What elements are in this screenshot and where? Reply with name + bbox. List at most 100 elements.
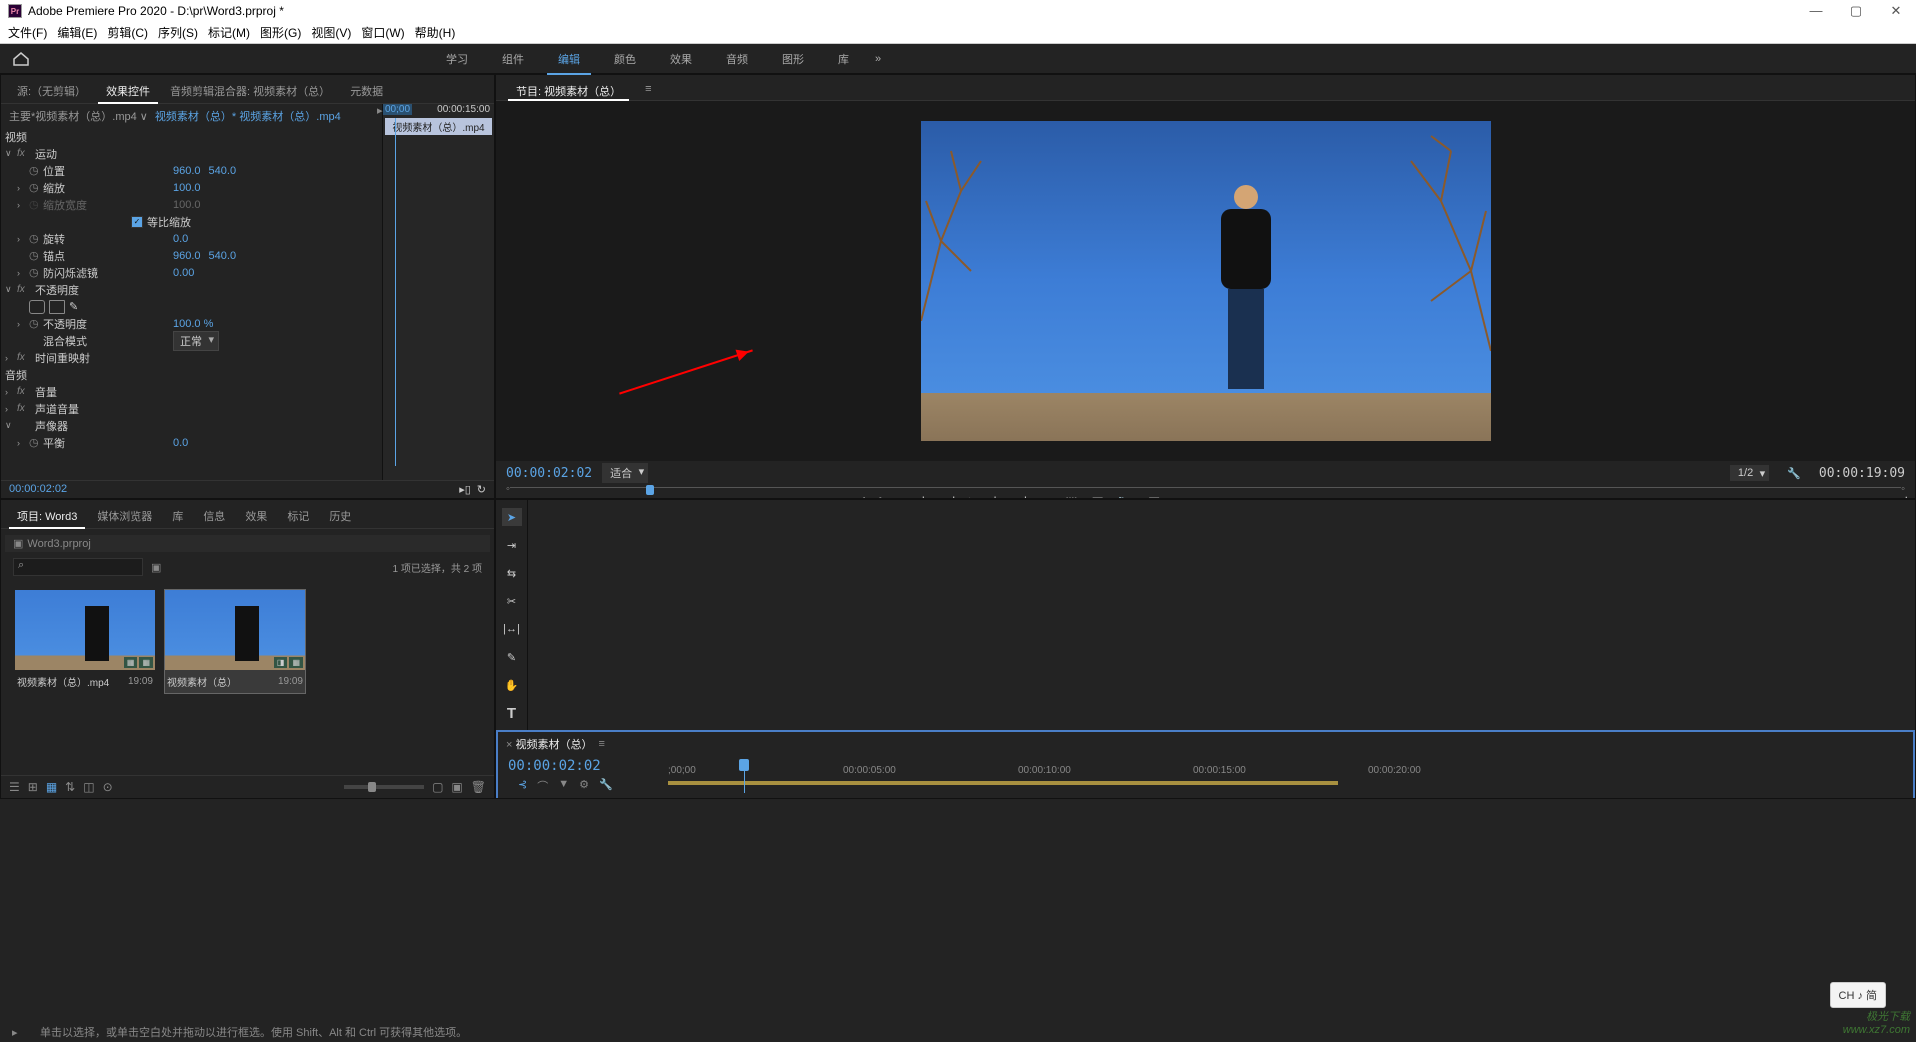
timeline-settings-icon[interactable]: ⚙ <box>579 778 589 794</box>
scrub-handle[interactable] <box>646 485 654 495</box>
list-view-icon[interactable]: ☰ <box>9 780 20 794</box>
workspace-tab-learn[interactable]: 学习 <box>430 45 484 73</box>
workspace-tab-library[interactable]: 库 <box>822 45 865 73</box>
ec-anchor-x[interactable]: 960.0 <box>173 250 201 262</box>
home-icon[interactable] <box>12 52 30 66</box>
tab-media-browser[interactable]: 媒体浏览器 <box>89 504 160 528</box>
add-marker-icon[interactable]: ▼ <box>558 778 569 794</box>
disclosure-icon[interactable]: › <box>5 404 17 414</box>
pen-mask-icon[interactable]: ✎ <box>69 300 85 314</box>
stopwatch-icon[interactable]: ◷ <box>29 232 43 245</box>
disclosure-icon[interactable]: ∨ <box>5 148 17 159</box>
menu-window[interactable]: 窗口(W) <box>361 24 404 41</box>
delete-icon[interactable]: 🗑 <box>471 780 486 794</box>
ec-opacity-value[interactable]: 100.0 % <box>173 318 213 330</box>
disclosure-icon[interactable]: ∨ <box>5 284 17 295</box>
blend-mode-select[interactable]: 正常 <box>173 331 219 351</box>
pen-tool-icon[interactable]: ✎ <box>502 648 522 666</box>
ec-scale-value[interactable]: 100.0 <box>173 182 201 194</box>
track-select-tool-icon[interactable]: ⇥ <box>502 536 522 554</box>
ec-antiflicker-value[interactable]: 0.00 <box>173 267 194 279</box>
menu-marker[interactable]: 标记(M) <box>208 24 250 41</box>
snap-icon[interactable]: ⊰ <box>518 778 527 794</box>
razor-tool-icon[interactable]: ✂ <box>502 592 522 610</box>
project-search-input[interactable] <box>13 558 143 576</box>
panel-menu-icon[interactable]: ≡ <box>637 79 659 100</box>
thumbnail-size-slider[interactable] <box>344 785 424 789</box>
minimize-button[interactable]: — <box>1804 3 1828 19</box>
stopwatch-icon[interactable]: ◷ <box>29 436 43 449</box>
tab-metadata[interactable]: 元数据 <box>342 79 391 103</box>
ripple-edit-tool-icon[interactable]: ⇆ <box>502 564 522 582</box>
project-item[interactable]: ▦▦ 视频素材（总）.mp419:09 <box>15 590 155 693</box>
program-viewer[interactable] <box>496 101 1915 461</box>
workspace-tab-color[interactable]: 颜色 <box>598 45 652 73</box>
tab-effect-controls[interactable]: 效果控件 <box>98 79 158 103</box>
workspace-tab-assembly[interactable]: 组件 <box>486 45 540 73</box>
panel-menu-icon[interactable]: ≡ <box>598 738 604 750</box>
fx-icon[interactable]: fx <box>17 386 31 397</box>
disclosure-icon[interactable]: › <box>17 200 29 210</box>
program-current-tc[interactable]: 00:00:02:02 <box>506 466 592 481</box>
timeline-sequence-tab[interactable]: 视频素材（总） <box>506 736 592 752</box>
new-item-icon[interactable]: ▣ <box>451 780 462 794</box>
disclosure-icon[interactable]: › <box>17 438 29 448</box>
menu-graphics[interactable]: 图形(G) <box>260 24 301 41</box>
menu-clip[interactable]: 剪辑(C) <box>107 24 148 41</box>
slip-tool-icon[interactable]: |↔| <box>502 620 522 638</box>
close-button[interactable]: ✕ <box>1884 3 1908 19</box>
freeform-view-icon[interactable]: ⊞ <box>28 780 38 794</box>
settings-icon[interactable]: 🔧 <box>1787 467 1801 480</box>
program-resolution-select[interactable]: 1/2 <box>1730 465 1769 481</box>
tab-info[interactable]: 信息 <box>195 504 233 528</box>
tab-project[interactable]: 项目: Word3 <box>9 504 85 528</box>
fx-icon[interactable]: fx <box>17 403 31 414</box>
loop-icon[interactable]: ↻ <box>477 483 486 496</box>
ec-position-y[interactable]: 540.0 <box>209 165 237 177</box>
tab-source[interactable]: 源:（无剪辑） <box>9 79 94 103</box>
workspace-tab-effects[interactable]: 效果 <box>654 45 708 73</box>
automate-icon[interactable]: ◫ <box>83 780 94 794</box>
stopwatch-icon[interactable]: ◷ <box>29 198 43 211</box>
disclosure-icon[interactable]: ∨ <box>5 420 17 431</box>
uniform-scale-checkbox[interactable]: ✓ <box>131 216 143 228</box>
new-bin-icon[interactable]: ▣ <box>151 561 161 574</box>
icon-view-icon[interactable]: ▦ <box>46 780 57 794</box>
ec-balance-value[interactable]: 0.0 <box>173 437 188 449</box>
type-tool-icon[interactable]: T <box>502 704 522 722</box>
tab-markers[interactable]: 标记 <box>279 504 317 528</box>
ec-mini-timeline[interactable]: ▸ 00;00 00:00:15:00 视频素材（总）.mp4 <box>382 104 494 480</box>
ec-position-x[interactable]: 960.0 <box>173 165 201 177</box>
ec-anchor-y[interactable]: 540.0 <box>209 250 237 262</box>
workspace-tab-graphics[interactable]: 图形 <box>766 45 820 73</box>
rectangle-mask-icon[interactable] <box>49 300 65 314</box>
fx-icon[interactable]: fx <box>17 352 31 363</box>
play-only-icon[interactable]: ▸▯ <box>459 483 471 496</box>
disclosure-icon[interactable]: › <box>5 387 17 397</box>
disclosure-icon[interactable]: › <box>17 319 29 329</box>
workspace-overflow-icon[interactable]: » <box>875 53 881 65</box>
stopwatch-icon[interactable]: ◷ <box>29 181 43 194</box>
disclosure-icon[interactable]: › <box>17 234 29 244</box>
maximize-button[interactable]: ▢ <box>1844 3 1868 19</box>
wrench-icon[interactable]: 🔧 <box>599 778 613 794</box>
program-zoom-select[interactable]: 适合 <box>602 463 648 483</box>
ec-rotation-value[interactable]: 0.0 <box>173 233 188 245</box>
stopwatch-icon[interactable]: ◷ <box>29 249 43 262</box>
tab-effects[interactable]: 效果 <box>237 504 275 528</box>
timeline-playhead[interactable] <box>744 763 745 793</box>
linked-selection-icon[interactable]: ⌒ <box>537 778 548 794</box>
menu-view[interactable]: 视图(V) <box>311 24 351 41</box>
tab-libraries[interactable]: 库 <box>164 504 191 528</box>
disclosure-icon[interactable]: › <box>5 353 17 363</box>
sort-icon[interactable]: ⇅ <box>65 780 75 794</box>
workspace-tab-editing[interactable]: 编辑 <box>542 45 596 73</box>
stopwatch-icon[interactable]: ◷ <box>29 164 43 177</box>
stopwatch-icon[interactable]: ◷ <box>29 317 43 330</box>
ec-mini-playhead[interactable] <box>395 118 396 466</box>
find-icon[interactable]: ⊙ <box>103 780 113 794</box>
fx-icon[interactable]: fx <box>17 284 31 295</box>
stopwatch-icon[interactable]: ◷ <box>29 266 43 279</box>
menu-help[interactable]: 帮助(H) <box>415 24 456 41</box>
tab-history[interactable]: 历史 <box>321 504 359 528</box>
